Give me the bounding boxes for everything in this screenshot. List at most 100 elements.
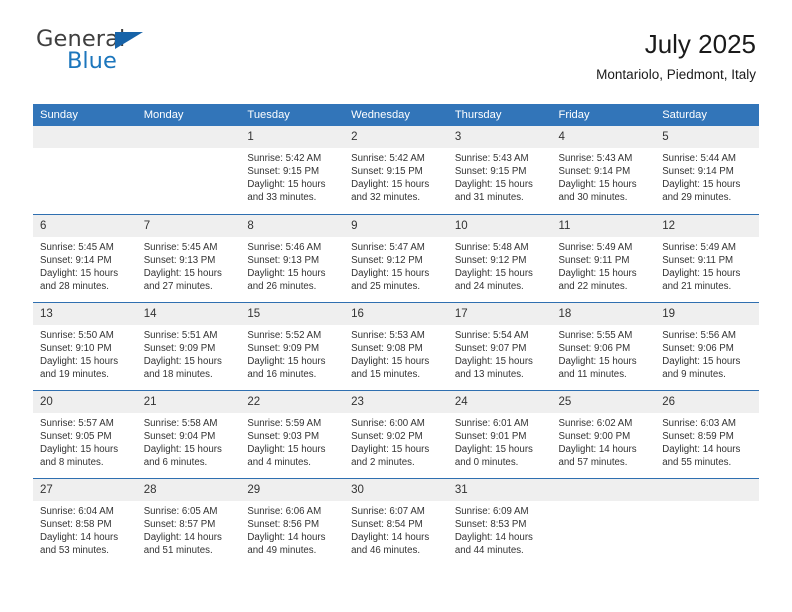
calendar-day-cell[interactable]: 28 Sunrise: 6:05 AM Sunset: 8:57 PM Dayligh… [136,477,241,566]
day-sunset-text: Sunset: 9:15 PM [247,166,320,178]
calendar-day-cell[interactable]: 31 Sunrise: 6:09 AM Sunset: 8:53 PM Dayligh… [447,477,552,566]
calendar-day-cell[interactable]: 18 Sunrise: 5:55 AM Sunset: 9:06 PM Dayligh… [551,301,656,390]
calendar-day-cell[interactable]: 10 Sunrise: 5:48 AM Sunset: 9:12 PM Dayligh… [447,213,552,302]
day-daylight1-text: Daylight: 15 hours [143,267,222,279]
day-sunrise-text: Sunrise: 6:09 AM [454,505,529,517]
day-daylight1-text: Daylight: 14 hours [40,531,119,543]
day-details: Sunrise: 5:42 AM Sunset: 9:15 PM Daylight:… [344,148,448,204]
day-details: Sunrise: 5:46 AM Sunset: 9:13 PM Daylight:… [240,237,344,293]
day-details: Sunrise: 5:54 AM Sunset: 9:07 PM Daylight:… [448,325,552,381]
day-sunset-text: Sunset: 9:15 PM [351,166,423,178]
calendar-day-cell[interactable]: 26 Sunrise: 6:03 AM Sunset: 8:59 PM Dayligh… [655,389,759,478]
calendar-day-cell-empty [551,477,656,566]
calendar-day-cell[interactable]: 9 Sunrise: 5:47 AM Sunset: 9:12 PM Daylight… [344,213,448,302]
calendar-day-cell[interactable]: 24 Sunrise: 6:01 AM Sunset: 9:01 PM Dayligh… [447,389,552,478]
day-number: 31 [447,478,552,501]
page-header: General Blue July 2025 Montariolo, Piedm… [0,28,792,96]
day-sunset-text: Sunset: 9:13 PM [143,254,216,266]
day-details: Sunrise: 5:58 AM Sunset: 9:04 PM Daylight:… [137,413,241,469]
day-daylight2-text: and 18 minutes. [143,368,213,380]
day-number: 4 [551,126,656,148]
calendar-day-cell[interactable]: 3 Sunrise: 5:43 AM Sunset: 9:15 PM Daylight… [447,126,552,214]
calendar-day-cell[interactable]: 8 Sunrise: 5:46 AM Sunset: 9:13 PM Daylight… [240,213,345,302]
calendar-day-cell[interactable]: 12 Sunrise: 5:49 AM Sunset: 9:11 PM Dayligh… [655,213,759,302]
day-daylight2-text: and 44 minutes. [454,544,524,556]
day-number: 2 [344,126,448,148]
calendar-day-cell[interactable]: 22 Sunrise: 5:59 AM Sunset: 9:03 PM Dayligh… [240,389,345,478]
day-number: 19 [655,302,759,325]
calendar-day-cell[interactable]: 23 Sunrise: 6:00 AM Sunset: 9:02 PM Dayligh… [344,389,448,478]
calendar-day-cell[interactable]: 27 Sunrise: 6:04 AM Sunset: 8:58 PM Dayligh… [33,477,137,566]
day-number: 21 [136,390,241,413]
day-sunrise-text: Sunrise: 5:42 AM [247,153,322,164]
day-sunset-text: Sunset: 9:05 PM [40,430,112,442]
day-daylight2-text: and 57 minutes. [558,456,628,468]
day-daylight1-text: Daylight: 15 hours [558,355,637,367]
day-sunset-text: Sunset: 9:09 PM [143,342,216,354]
day-details: Sunrise: 5:53 AM Sunset: 9:08 PM Daylight:… [344,325,448,381]
calendar-day-cell[interactable]: 5 Sunrise: 5:44 AM Sunset: 9:14 PM Daylight… [655,126,759,214]
day-sunrise-text: Sunrise: 6:03 AM [662,417,736,429]
calendar-day-cell[interactable]: 7 Sunrise: 5:45 AM Sunset: 9:13 PM Daylight… [136,213,241,302]
day-number: 26 [655,390,759,413]
day-daylight2-text: and 2 minutes. [351,456,415,468]
day-daylight1-text: Daylight: 15 hours [351,179,430,191]
day-sunset-text: Sunset: 8:53 PM [454,518,527,530]
calendar-day-cell[interactable]: 13 Sunrise: 5:50 AM Sunset: 9:10 PM Dayligh… [33,301,137,390]
calendar-day-cell-empty [33,126,137,214]
day-daylight2-text: and 19 minutes. [40,368,109,380]
calendar-day-cell[interactable]: 25 Sunrise: 6:02 AM Sunset: 9:00 PM Dayligh… [551,389,656,478]
day-sunset-text: Sunset: 9:14 PM [662,166,734,178]
day-details: Sunrise: 6:00 AM Sunset: 9:02 PM Daylight:… [344,413,448,469]
calendar-day-cell[interactable]: 17 Sunrise: 5:54 AM Sunset: 9:07 PM Dayligh… [447,301,552,390]
general-blue-logo[interactable]: General Blue [36,28,166,84]
day-sunrise-text: Sunrise: 5:46 AM [247,241,322,253]
day-details: Sunrise: 6:09 AM Sunset: 8:53 PM Daylight:… [448,501,552,557]
day-daylight1-text: Daylight: 15 hours [454,267,533,279]
calendar-day-cell[interactable]: 14 Sunrise: 5:51 AM Sunset: 9:09 PM Dayligh… [136,301,241,390]
calendar-day-cell[interactable]: 15 Sunrise: 5:52 AM Sunset: 9:09 PM Dayligh… [240,301,345,390]
day-sunrise-text: Sunrise: 5:43 AM [454,153,529,164]
calendar-day-cell[interactable]: 6 Sunrise: 5:45 AM Sunset: 9:14 PM Daylight… [33,213,137,302]
day-daylight2-text: and 33 minutes. [247,192,317,204]
day-sunrise-text: Sunrise: 5:51 AM [143,329,218,341]
calendar-day-cell[interactable]: 16 Sunrise: 5:53 AM Sunset: 9:08 PM Dayligh… [344,301,448,390]
day-daylight2-text: and 49 minutes. [247,544,317,556]
calendar-day-cell[interactable]: 29 Sunrise: 6:06 AM Sunset: 8:56 PM Dayligh… [240,477,345,566]
calendar-day-cell[interactable]: 20 Sunrise: 5:57 AM Sunset: 9:05 PM Dayligh… [33,389,137,478]
day-daylight1-text: Daylight: 15 hours [247,355,326,367]
day-sunset-text: Sunset: 8:59 PM [662,430,734,442]
day-sunrise-text: Sunrise: 5:50 AM [40,329,114,341]
day-sunset-text: Sunset: 8:56 PM [247,518,320,530]
day-number [551,478,656,501]
calendar-day-cell[interactable]: 21 Sunrise: 5:58 AM Sunset: 9:04 PM Dayligh… [136,389,241,478]
calendar-day-cell[interactable]: 19 Sunrise: 5:56 AM Sunset: 9:06 PM Dayligh… [655,301,759,390]
calendar-day-cell[interactable]: 11 Sunrise: 5:49 AM Sunset: 9:11 PM Dayligh… [551,213,656,302]
day-sunset-text: Sunset: 9:14 PM [558,166,631,178]
day-number: 28 [136,478,241,501]
calendar-day-cell[interactable]: 30 Sunrise: 6:07 AM Sunset: 8:54 PM Dayligh… [344,477,448,566]
day-daylight2-text: and 9 minutes. [662,368,726,380]
day-sunrise-text: Sunrise: 6:02 AM [558,417,633,429]
calendar-day-cell[interactable]: 4 Sunrise: 5:43 AM Sunset: 9:14 PM Daylight… [551,126,656,214]
day-sunset-text: Sunset: 9:11 PM [558,254,630,266]
day-sunset-text: Sunset: 8:57 PM [143,518,216,530]
day-number: 8 [240,214,345,237]
day-details: Sunrise: 6:02 AM Sunset: 9:00 PM Daylight:… [552,413,656,469]
weekday-header-monday: Monday [136,104,241,126]
day-details: Sunrise: 5:45 AM Sunset: 9:14 PM Daylight:… [33,237,137,293]
day-daylight1-text: Daylight: 15 hours [143,355,222,367]
calendar-day-cell[interactable]: 1 Sunrise: 5:42 AM Sunset: 9:15 PM Daylight… [240,126,345,214]
day-sunrise-text: Sunrise: 6:04 AM [40,505,114,517]
calendar-week-row: 6 Sunrise: 5:45 AM Sunset: 9:14 PM Daylight… [33,213,759,302]
calendar-day-cell[interactable]: 2 Sunrise: 5:42 AM Sunset: 9:15 PM Daylight… [344,126,448,214]
day-daylight1-text: Daylight: 14 hours [351,531,430,543]
day-daylight2-text: and 55 minutes. [662,456,732,468]
day-daylight1-text: Daylight: 15 hours [40,355,119,367]
calendar-week-row: 20 Sunrise: 5:57 AM Sunset: 9:05 PM Dayligh… [33,389,759,478]
day-number: 12 [655,214,759,237]
day-sunset-text: Sunset: 9:12 PM [454,254,527,266]
day-sunrise-text: Sunrise: 5:45 AM [40,241,114,253]
day-details: Sunrise: 5:59 AM Sunset: 9:03 PM Daylight:… [240,413,344,469]
day-daylight2-text: and 4 minutes. [247,456,311,468]
